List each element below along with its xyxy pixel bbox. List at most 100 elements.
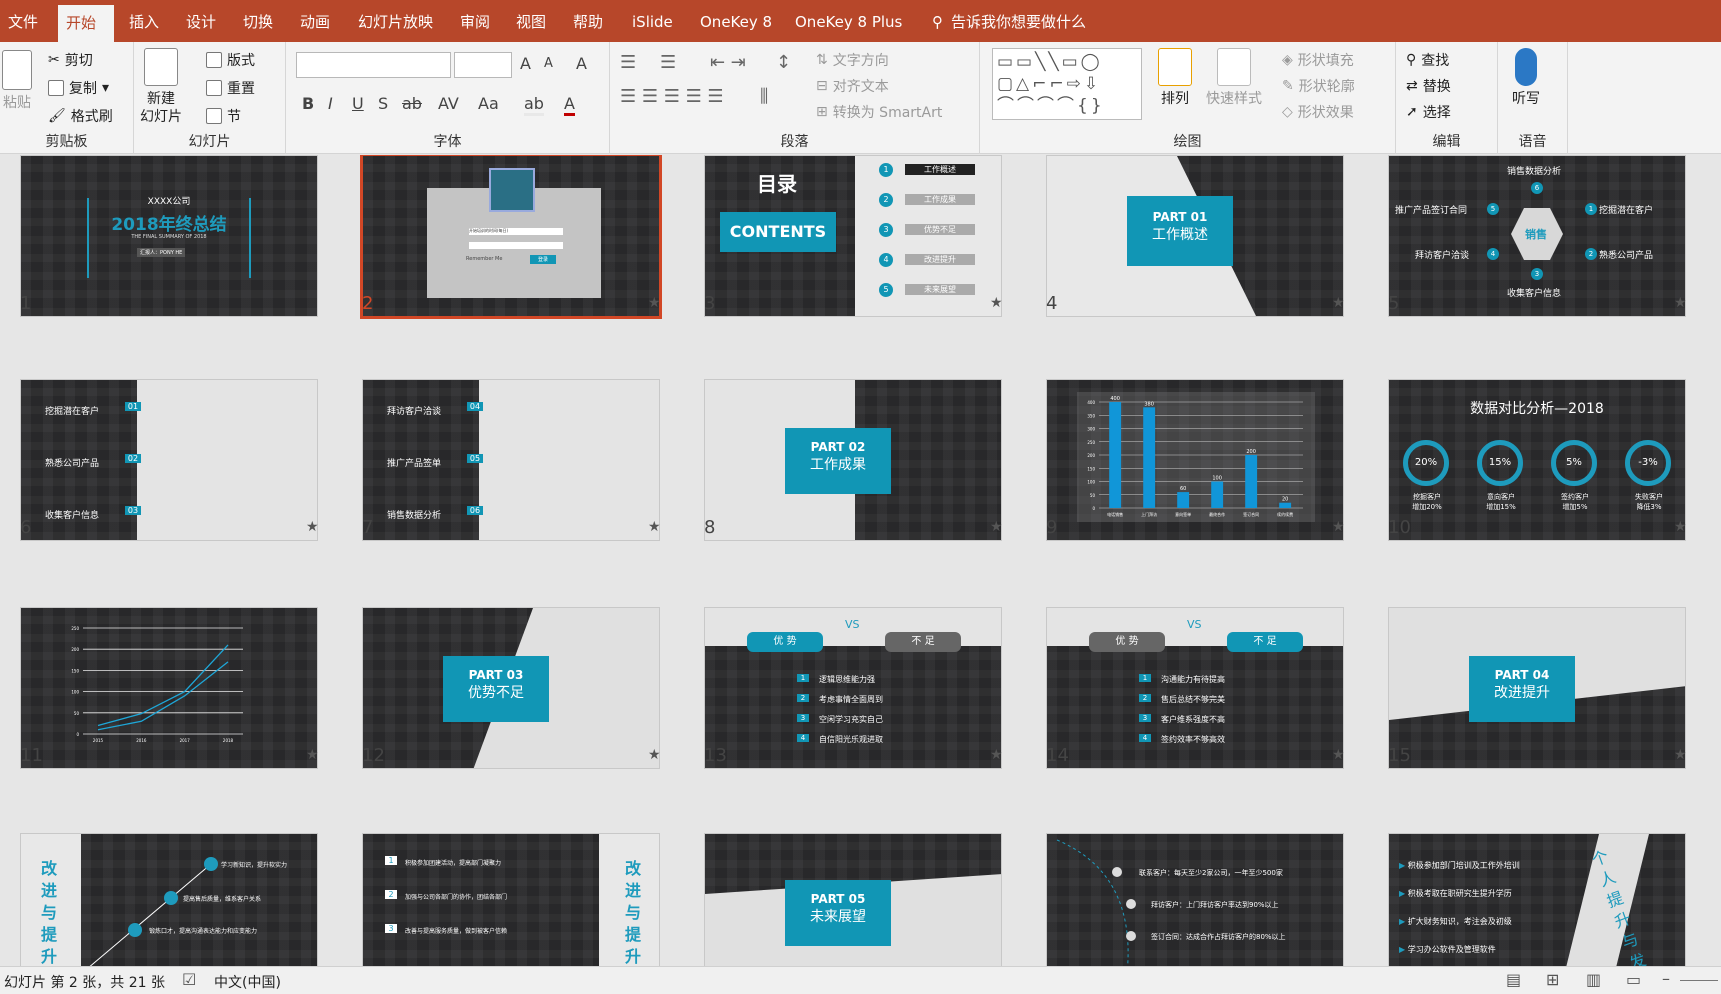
font-color-button[interactable]: A (564, 94, 575, 116)
align-buttons[interactable]: ☰ ☰ ☰ ☰ ☰ (620, 86, 724, 107)
shape-fill-button[interactable]: ◈ 形状填充 (1282, 50, 1354, 70)
tab-home[interactable]: 开始 (58, 5, 114, 42)
slide-thumbnail-18[interactable]: PART 05 未来展望 (704, 833, 1002, 966)
quick-styles-button[interactable]: 快速样式 (1206, 48, 1262, 108)
strikethrough-button[interactable]: ab (402, 94, 422, 113)
slide-thumbnail-16[interactable]: 改进与提升 学习新知识，提升软实力 提高售后质量，维系客户关系 锻炼口才，提高沟… (20, 833, 318, 966)
shadow-button[interactable]: S (378, 94, 388, 113)
slide-counter: 幻灯片 第 2 张，共 21 张 (4, 975, 165, 991)
slide-thumbnail-19[interactable]: 联系客户：每天至少2家公司，一年至少500家 拜访客户：上门拜访客户率达到90%… (1046, 833, 1344, 966)
slide-thumbnail-17[interactable]: 改进与提升 1 2 3 积极参加团建活动，提高部门凝聚力 加强与公司各部门的协作… (362, 833, 660, 966)
section-button[interactable]: 节 (206, 106, 241, 126)
slide-thumbnail-20[interactable]: 个人提升与发 ▶ 积极参加部门培训及工作外培训 ▶ 积极考取在职研究生提升学历 … (1388, 833, 1686, 966)
char-spacing-button[interactable]: AV (438, 94, 459, 113)
slide-thumbnail-4[interactable]: PART 01 工作概述 (1046, 155, 1344, 317)
cut-button[interactable]: ✂ 剪切 (48, 50, 93, 70)
tab-onekey8[interactable]: OneKey 8 (692, 0, 780, 42)
slide-thumbnail-3[interactable]: 目录 CONTENTS 1 工作概述 工作成果 优势不足 改进提升 未来展望 1… (704, 155, 1002, 317)
slide-thumbnail-9[interactable]: 0 50 100 150 200 250 300 350 400 400 电话销售 380 上门拜访 60… (1046, 379, 1344, 541)
quick-styles-icon (1217, 48, 1251, 86)
indent-button[interactable]: ⇤ ⇥ (710, 52, 746, 73)
zoom-slider[interactable] (1680, 980, 1718, 981)
tab-transitions[interactable]: 切换 (235, 0, 281, 42)
new-slide-button[interactable]: 新建 幻灯片 (140, 48, 182, 126)
font-size-input[interactable] (454, 52, 512, 78)
clear-format-button[interactable]: A (576, 54, 587, 73)
slide-thumbnail-12[interactable]: PART 03 优势不足 (362, 607, 660, 769)
dictate-button[interactable]: 听写 (1512, 48, 1540, 108)
tab-islide[interactable]: iSlide (624, 0, 681, 42)
list-item: 拜访客户：上门拜访客户率达到90%以上 (1151, 901, 1279, 909)
login-field[interactable]: 开始培训的时间(每日) (469, 228, 563, 235)
arrange-button[interactable]: 排列 (1158, 48, 1192, 108)
shape-outline-button[interactable]: ✎ 形状轮廓 (1282, 76, 1355, 96)
x-tick-label: 2017 (180, 738, 191, 743)
convert-smartart-button[interactable]: ⊞ 转换为 SmartArt (816, 102, 942, 122)
slide-thumbnail-13[interactable]: VS 优 势 不 足 1 2 3 4 逻辑思维能力强 考虑事情全面周到 空闲学习… (704, 607, 1002, 769)
bold-button[interactable]: B (302, 94, 314, 113)
cycle-number: 2 (1585, 248, 1597, 260)
ribbon-tab-bar: 文件 开始 插入 设计 切换 动画 幻灯片放映 审阅 视图 帮助 iSlide … (0, 0, 1721, 42)
reset-button[interactable]: 重置 (206, 78, 255, 98)
layout-button[interactable]: 版式 (206, 50, 255, 70)
tab-view[interactable]: 视图 (508, 0, 554, 42)
tell-me-box[interactable]: ⚲ 告诉我你想要做什么 (924, 0, 1094, 42)
slide-thumbnail-1[interactable]: XXXX公司 2018年终总结 THE FINAL SUMMARY OF 201… (20, 155, 318, 317)
align-text-button[interactable]: ⊟ 对齐文本 (816, 76, 889, 96)
slide-thumbnail-2[interactable]: 开始培训的时间(每日) Remember Me 登录 (360, 155, 662, 319)
tab-slideshow[interactable]: 幻灯片放映 (350, 0, 441, 42)
select-button[interactable]: ➚ 选择 (1406, 102, 1451, 122)
text-direction-button[interactable]: ⇅ 文字方向 (816, 50, 889, 70)
shrink-font-button[interactable]: A (544, 56, 553, 71)
change-case-button[interactable]: Aa (478, 94, 499, 113)
line-spacing-button[interactable]: ↕ (776, 52, 791, 73)
normal-view-icon[interactable]: ▤ (1506, 970, 1521, 989)
slide-thumbnail-6[interactable]: 挖掘潜在客户 熟悉公司产品 收集客户信息 01 02 03 (20, 379, 318, 541)
slide-thumbnail-5[interactable]: 销售 销售数据分析 挖掘潜在客户 熟悉公司产品 收集客户信息 拜访客户洽谈 推广… (1388, 155, 1686, 317)
numbering-button[interactable]: ☰ (660, 52, 676, 73)
slide-thumbnail-14[interactable]: VS 优 势 不 足 1 2 3 4 沟通能力有待提高 售后总结不够完美 客户维… (1046, 607, 1344, 769)
copy-button[interactable]: 复制 ▾ (48, 78, 109, 98)
section-icon (206, 108, 222, 124)
slide-thumbnail-11[interactable]: 0 50 100 150 200 250 2015 2016 2017 2018 (20, 607, 318, 769)
slide-thumbnail-8[interactable]: PART 02 工作成果 (704, 379, 1002, 541)
login-button[interactable]: 登录 (530, 255, 557, 264)
bar (1245, 455, 1258, 508)
password-field[interactable] (469, 242, 563, 249)
tab-animations[interactable]: 动画 (292, 0, 338, 42)
italic-button[interactable]: I (328, 94, 333, 113)
slide-sorter-icon[interactable]: ⊞ (1546, 970, 1559, 989)
step-number: 04 (467, 402, 483, 411)
tab-review[interactable]: 审阅 (452, 0, 498, 42)
language-indicator[interactable]: 中文(中国) (214, 972, 281, 992)
shape-effects-button[interactable]: ◇ 形状效果 (1282, 102, 1354, 122)
shapes-gallery[interactable]: ▭▭╲╲▭◯ ▢△⌐⌐⇨⇩ ⌒⌒⌒⌒{} (992, 48, 1142, 120)
highlight-button[interactable]: ab (524, 94, 544, 116)
tab-onekey8plus[interactable]: OneKey 8 Plus (787, 0, 910, 42)
tab-file[interactable]: 文件 (0, 0, 46, 42)
step-number: 03 (125, 506, 141, 515)
tab-insert[interactable]: 插入 (121, 0, 167, 42)
item-number: 3 (385, 924, 397, 933)
tab-design[interactable]: 设计 (178, 0, 224, 42)
reading-view-icon[interactable]: ▥ (1586, 970, 1601, 989)
toc-number: 5 (879, 283, 893, 297)
font-name-input[interactable] (296, 52, 451, 78)
tab-help[interactable]: 帮助 (565, 0, 611, 42)
slideshow-icon[interactable]: ▭ (1626, 970, 1641, 989)
slide-thumbnail-15[interactable]: PART 04 改进提升 (1388, 607, 1686, 769)
format-painter-button[interactable]: 🖌 格式刷 (48, 106, 113, 126)
grow-font-button[interactable]: A (520, 54, 531, 73)
find-button[interactable]: ⚲ 查找 (1406, 50, 1449, 70)
spell-check-icon[interactable]: ☑ (182, 970, 196, 989)
data-label: 100 (1212, 476, 1222, 482)
paste-button[interactable]: 粘贴 (2, 50, 32, 112)
replace-button[interactable]: ⇄ 替换 (1406, 76, 1451, 96)
columns-button[interactable]: ⫼ (760, 86, 768, 107)
step-number: 05 (467, 454, 483, 463)
bullets-button[interactable]: ☰ (620, 52, 636, 73)
zoom-out-button[interactable]: – (1662, 969, 1670, 988)
slide-thumbnail-10[interactable]: 数据对比分析—2018 20% 15% 5% -3% 挖掘客户 增加20% 意向… (1388, 379, 1686, 541)
underline-button[interactable]: U (352, 94, 364, 113)
slide-thumbnail-7[interactable]: 拜访客户洽谈 推广产品签单 销售数据分析 04 05 06 (362, 379, 660, 541)
